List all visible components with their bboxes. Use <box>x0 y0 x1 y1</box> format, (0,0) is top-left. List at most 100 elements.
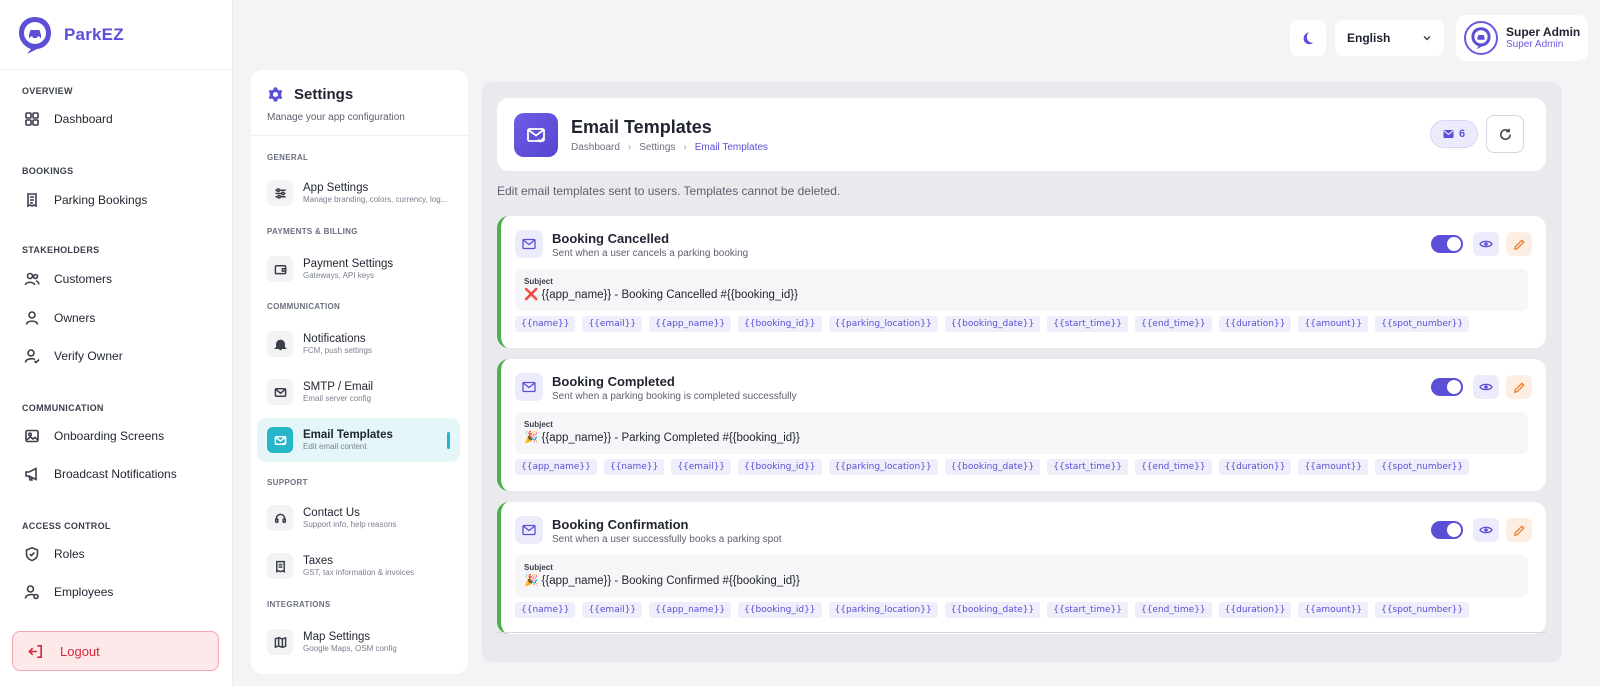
sidebar-item-dashboard[interactable]: Dashboard <box>12 101 220 137</box>
template-title: Booking Confirmation <box>552 517 689 532</box>
variable-list: {{name}} {{email}} {{app_name}} {{bookin… <box>515 316 1476 332</box>
edit-button[interactable] <box>1506 518 1532 542</box>
image-icon <box>25 429 39 443</box>
template-enabled-toggle[interactable] <box>1431 378 1463 396</box>
variable-chip: {{app_name}} <box>649 316 732 332</box>
nav-section-overview: OVERVIEW <box>22 86 73 96</box>
sidebar-item-label: Verify Owner <box>54 349 123 363</box>
subject-box: Subject 🎉 {{app_name}} - Parking Complet… <box>515 412 1528 454</box>
template-desc: Sent when a user successfully books a pa… <box>552 534 782 545</box>
variable-chip: {{booking_id}} <box>738 602 822 618</box>
edit-button[interactable] <box>1506 232 1532 256</box>
sidebar-item-onboarding-screens[interactable]: Onboarding Screens <box>12 418 220 454</box>
settings-item-notifications[interactable]: Notifications FCM, push settings <box>257 322 460 366</box>
sidebar-item-roles[interactable]: Roles <box>12 536 220 572</box>
settings-section-communication: COMMUNICATION <box>267 302 341 311</box>
subject-label: Subject <box>524 563 553 572</box>
sidebar-item-label: Parking Bookings <box>54 193 148 207</box>
brand[interactable]: ParkEZ <box>0 0 232 70</box>
settings-subtitle: Manage your app configuration <box>267 112 405 123</box>
sidebar-item-broadcast-notifications[interactable]: Broadcast Notifications <box>12 456 220 492</box>
variable-chip: {{end_time}} <box>1134 316 1212 332</box>
settings-item-map-settings[interactable]: Map Settings Google Maps, OSM config <box>257 620 460 664</box>
settings-section-support: SUPPORT <box>267 478 308 487</box>
chevron-right-icon: › <box>627 142 632 153</box>
breadcrumb-settings[interactable]: Settings <box>639 142 675 153</box>
settings-item-email-templates[interactable]: Email Templates Edit email content <box>257 418 460 462</box>
preview-button[interactable] <box>1473 375 1499 399</box>
edit-button[interactable] <box>1506 375 1532 399</box>
sidebar-item-customers[interactable]: Customers <box>12 261 220 297</box>
theme-toggle-button[interactable] <box>1290 20 1326 56</box>
language-select[interactable]: English <box>1335 20 1444 56</box>
nav-section-access-control: ACCESS CONTROL <box>22 521 111 531</box>
bell-icon <box>273 339 287 350</box>
sidebar-item-owners[interactable]: Owners <box>12 300 220 336</box>
variable-chip: {{start_time}} <box>1047 459 1128 475</box>
user-name: Super Admin <box>1506 24 1581 39</box>
variable-chip: {{parking_location}} <box>828 316 938 332</box>
variable-chip: {{name}} <box>515 602 576 618</box>
logout-button[interactable]: Logout <box>12 631 219 671</box>
variable-list: {{app_name}} {{name}} {{email}} {{bookin… <box>515 459 1476 475</box>
active-indicator <box>447 432 450 449</box>
gear-icon <box>268 87 283 102</box>
logout-label: Logout <box>60 643 100 659</box>
user-menu[interactable]: Super Admin Super Admin <box>1456 15 1588 61</box>
settings-item-label: Map Settings <box>303 630 371 643</box>
main-content: Email Templates Dashboard › Settings › E… <box>482 82 1562 662</box>
parking-logo-icon <box>1471 27 1491 50</box>
breadcrumb-dashboard[interactable]: Dashboard <box>571 142 620 153</box>
settings-item-smtp-email[interactable]: SMTP / Email Email server config <box>257 370 460 414</box>
variable-chip: {{start_time}} <box>1047 316 1128 332</box>
variable-chip: {{booking_date}} <box>944 602 1041 618</box>
variable-chip: {{amount}} <box>1298 602 1369 618</box>
sidebar: ParkEZ OVERVIEW Dashboard BOOKINGS Parki… <box>0 0 233 686</box>
grid-icon <box>25 112 39 126</box>
sidebar-item-label: Employees <box>54 585 114 599</box>
envelope-icon <box>515 373 543 401</box>
template-count-badge: 6 <box>1430 120 1478 148</box>
settings-item-payment-settings[interactable]: Payment Settings Gateways, API keys <box>257 247 460 291</box>
variable-chip: {{amount}} <box>1298 459 1369 475</box>
user-gear-icon <box>24 585 39 600</box>
variable-chip: {{spot_number}} <box>1375 459 1470 475</box>
chevron-down-icon <box>1423 36 1431 41</box>
template-enabled-toggle[interactable] <box>1431 521 1463 539</box>
refresh-button[interactable] <box>1486 115 1524 153</box>
settings-item-contact-us[interactable]: Contact Us Support info, help reasons <box>257 496 460 540</box>
invoice-icon <box>275 560 285 573</box>
settings-item-label: Contact Us <box>303 506 360 519</box>
variable-chip: {{email}} <box>671 459 732 475</box>
template-title: Booking Completed <box>552 374 675 389</box>
list-divider <box>497 632 1546 633</box>
page-title: Email Templates <box>571 117 712 137</box>
sidebar-item-employees[interactable]: Employees <box>12 574 220 610</box>
sidebar-item-parking-bookings[interactable]: Parking Bookings <box>12 182 220 218</box>
template-desc: Sent when a user cancels a parking booki… <box>552 248 749 259</box>
eye-icon <box>1479 526 1493 534</box>
template-enabled-toggle[interactable] <box>1431 235 1463 253</box>
subject-box: Subject 🎉 {{app_name}} - Booking Confirm… <box>515 555 1528 597</box>
template-count: 6 <box>1458 128 1466 140</box>
preview-button[interactable] <box>1473 232 1499 256</box>
user-check-icon <box>24 349 40 364</box>
pencil-icon <box>1513 524 1525 536</box>
shield-icon <box>25 546 39 562</box>
settings-item-desc: GST, tax information & invoices <box>303 568 415 578</box>
variable-chip: {{spot_number}} <box>1375 602 1470 618</box>
subject-box: Subject ❌ {{app_name}} - Booking Cancell… <box>515 269 1528 311</box>
preview-button[interactable] <box>1473 518 1499 542</box>
subject-label: Subject <box>524 420 553 429</box>
nav-section-bookings: BOOKINGS <box>22 166 74 176</box>
receipt-icon <box>27 193 37 208</box>
variable-chip: {{name}} <box>515 316 576 332</box>
settings-item-taxes[interactable]: Taxes GST, tax information & invoices <box>257 544 460 588</box>
breadcrumb-current: Email Templates <box>694 142 768 153</box>
template-card-booking-cancelled: Booking Cancelled Sent when a user cance… <box>497 216 1546 348</box>
variable-chip: {{parking_location}} <box>828 602 938 618</box>
settings-item-app-settings[interactable]: App Settings Manage branding, colors, cu… <box>257 171 460 215</box>
brand-name: ParkEZ <box>64 24 124 44</box>
variable-chip: {{booking_date}} <box>944 316 1041 332</box>
sidebar-item-verify-owner[interactable]: Verify Owner <box>12 338 220 374</box>
